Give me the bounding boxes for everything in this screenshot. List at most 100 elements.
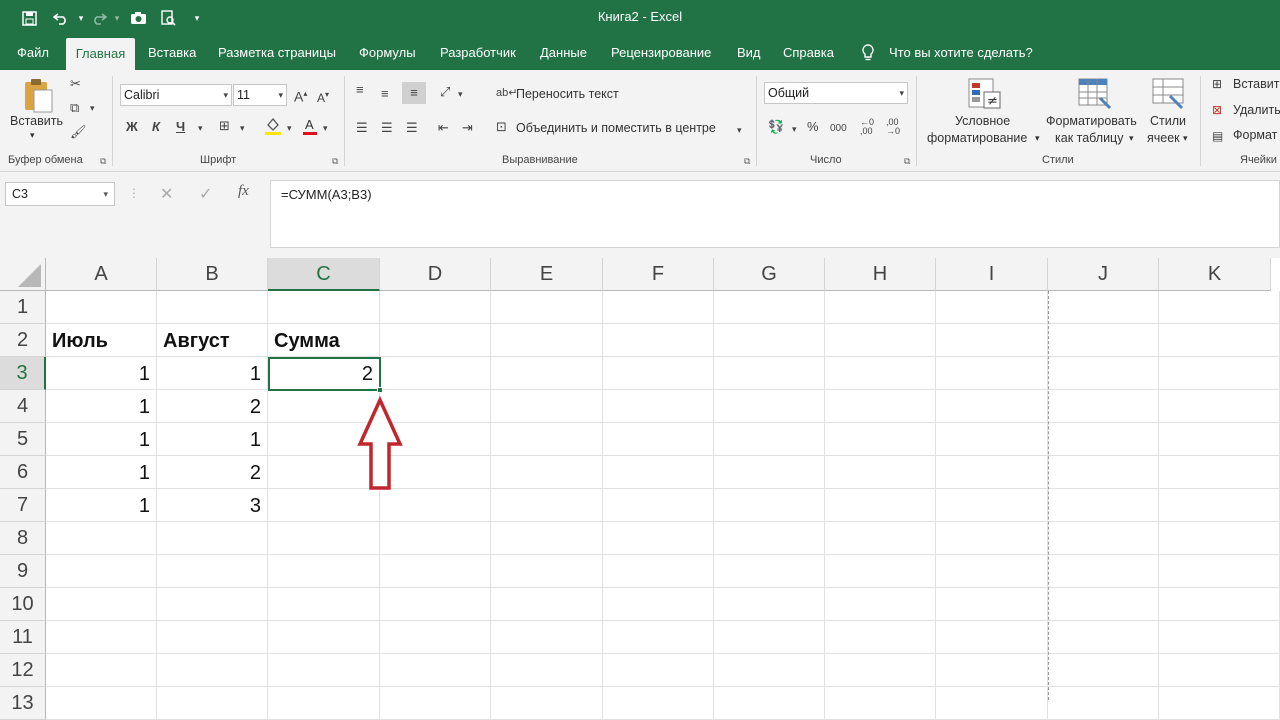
thousands-button[interactable]: 000 [830,121,847,137]
cell-h10[interactable] [825,588,936,621]
cell-f5[interactable] [603,423,714,456]
cell-styles-label-1[interactable]: Стили [1150,114,1186,128]
currency-dropdown-icon[interactable]: ▾ [792,121,797,137]
cell-i1[interactable] [936,291,1048,324]
align-bottom-icon[interactable]: ≡ [402,82,426,104]
cell-e6[interactable] [491,456,603,489]
cell-k11[interactable] [1159,621,1280,654]
cell-i10[interactable] [936,588,1048,621]
cell-e5[interactable] [491,423,603,456]
wrap-text-button[interactable]: Переносить текст [516,87,619,101]
cell-k5[interactable] [1159,423,1280,456]
insert-cells-icon[interactable]: ⊞ [1212,76,1222,92]
format-as-table-label-1[interactable]: Форматировать [1046,114,1137,128]
row-header-6[interactable]: 6 [0,456,46,489]
column-header-a[interactable]: A [46,258,157,291]
cell-i5[interactable] [936,423,1048,456]
cell-e9[interactable] [491,555,603,588]
wrap-text-icon[interactable]: ab↵ [496,85,517,101]
delete-cells-button[interactable]: Удалить [1233,103,1280,117]
cell-g13[interactable] [714,687,825,720]
format-painter-icon[interactable]: 🖌 [70,124,87,140]
cell-i4[interactable] [936,390,1048,423]
cell-k2[interactable] [1159,324,1280,357]
cell-d1[interactable] [380,291,491,324]
insert-function-icon[interactable]: fx [238,183,249,200]
cell-e4[interactable] [491,390,603,423]
merge-center-button[interactable]: Объединить и поместить в центре [516,121,716,135]
underline-button[interactable]: Ч [176,119,185,135]
cell-j4[interactable] [1048,390,1159,423]
row-header-9[interactable]: 9 [0,555,46,588]
decrease-decimal-icon[interactable]: ,00 →0 [886,118,900,136]
cell-j8[interactable] [1048,522,1159,555]
paste-dropdown-icon[interactable]: ▾ [30,130,35,141]
cell-styles-label-2[interactable]: ячеек [1147,131,1180,145]
cell-h5[interactable] [825,423,936,456]
more-options-icon[interactable]: ⋮ [128,186,140,200]
cell-k12[interactable] [1159,654,1280,687]
cell-a13[interactable] [46,687,157,720]
tab-data[interactable]: Данные [540,36,587,70]
tab-home[interactable]: Главная [66,38,135,70]
insert-cells-button[interactable]: Вставить [1233,77,1280,91]
column-header-f[interactable]: F [603,258,714,291]
cell-e8[interactable] [491,522,603,555]
cell-i2[interactable] [936,324,1048,357]
cell-f4[interactable] [603,390,714,423]
cell-k8[interactable] [1159,522,1280,555]
row-header-11[interactable]: 11 [0,621,46,654]
name-box[interactable]: C3 ▾ [5,182,115,206]
cell-i7[interactable] [936,489,1048,522]
fill-handle[interactable] [377,387,383,393]
tab-developer[interactable]: Разработчик [440,36,516,70]
worksheet-grid[interactable]: ABCDEFGHIJK 1 2 3 4 5 6 7 8 9 10 11 12 13 Июль Август… [0,258,1280,720]
cell-k13[interactable] [1159,687,1280,720]
cell-h8[interactable] [825,522,936,555]
cell-styles-icon[interactable] [1152,78,1186,115]
cell-c11[interactable] [268,621,380,654]
tab-formulas[interactable]: Формулы [359,36,416,70]
italic-button[interactable]: К [152,119,160,135]
merge-dropdown-icon[interactable]: ▾ [737,122,742,138]
cell-a4[interactable]: 1 [46,390,157,423]
cell-i3[interactable] [936,357,1048,390]
font-name-combo[interactable]: Calibri ▾ [120,84,232,106]
cell-i13[interactable] [936,687,1048,720]
formula-input[interactable]: =СУММ(A3;B3) [270,180,1280,248]
cancel-icon[interactable]: ✕ [160,184,173,204]
align-right-icon[interactable]: ☰ [406,120,418,136]
cell-k4[interactable] [1159,390,1280,423]
cell-j5[interactable] [1048,423,1159,456]
shrink-font-icon[interactable]: A▾ [317,87,329,106]
borders-dropdown-icon[interactable]: ▾ [240,120,245,136]
align-top-icon[interactable]: ≡ [356,82,364,98]
conditional-formatting-icon[interactable]: ≠ [968,78,1002,115]
column-header-b[interactable]: B [157,258,268,291]
decrease-indent-icon[interactable]: ⇤ [438,120,449,136]
paste-button[interactable]: Вставить [10,114,63,128]
row-header-13[interactable]: 13 [0,687,46,720]
cell-k3[interactable] [1159,357,1280,390]
format-cells-button[interactable]: Формат [1233,128,1277,142]
row-header-5[interactable]: 5 [0,423,46,456]
row-header-3[interactable]: 3 [0,357,46,390]
cell-g5[interactable] [714,423,825,456]
cell-h6[interactable] [825,456,936,489]
cell-h1[interactable] [825,291,936,324]
cell-e13[interactable] [491,687,603,720]
cell-i12[interactable] [936,654,1048,687]
column-header-d[interactable]: D [380,258,491,291]
cell-c9[interactable] [268,555,380,588]
cell-k10[interactable] [1159,588,1280,621]
cell-g8[interactable] [714,522,825,555]
row-header-4[interactable]: 4 [0,390,46,423]
currency-icon[interactable]: 💱 [768,119,784,135]
align-center-icon[interactable]: ☰ [381,120,393,136]
cell-f3[interactable] [603,357,714,390]
cell-f9[interactable] [603,555,714,588]
column-header-g[interactable]: G [714,258,825,291]
cell-b11[interactable] [157,621,268,654]
row-header-8[interactable]: 8 [0,522,46,555]
cell-f8[interactable] [603,522,714,555]
